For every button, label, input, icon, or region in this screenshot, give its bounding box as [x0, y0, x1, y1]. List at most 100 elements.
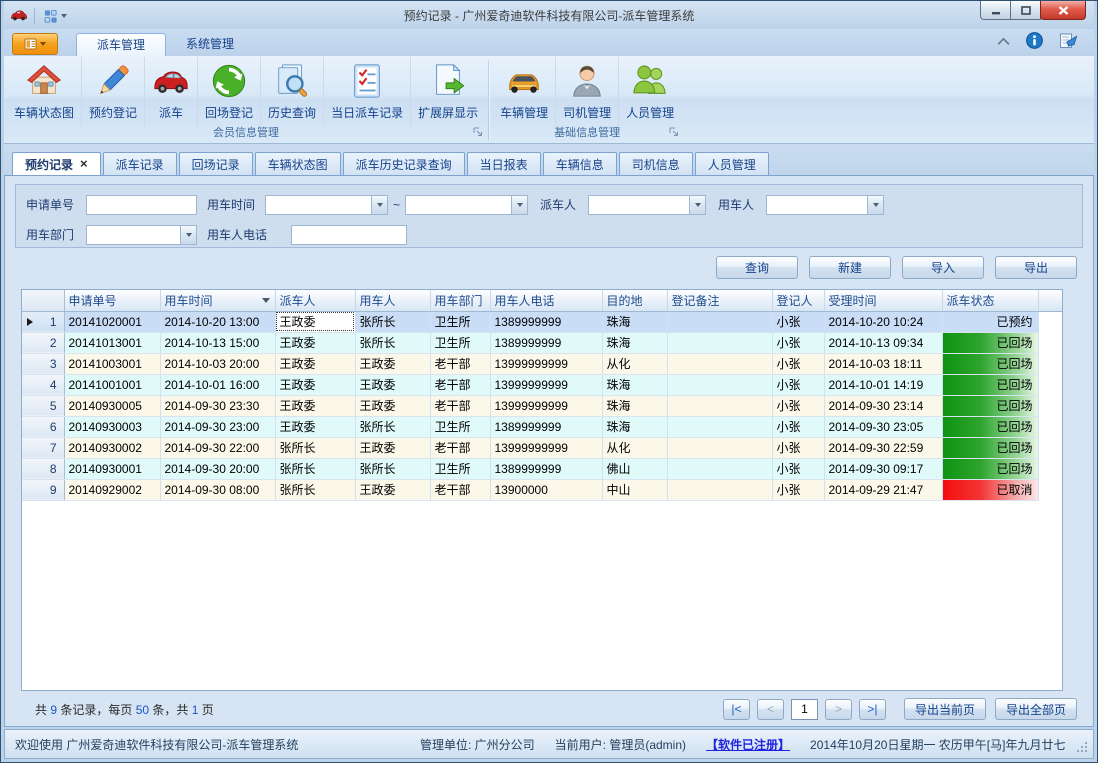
row-selector[interactable]: 1	[22, 311, 64, 332]
table-cell[interactable]: 20140930003	[64, 416, 160, 437]
column-header-3[interactable]: 派车人	[275, 290, 355, 311]
table-cell[interactable]: 卫生所	[430, 458, 490, 479]
doc-tab-8[interactable]: 人员管理	[695, 152, 769, 175]
table-cell[interactable]: 小张	[772, 437, 824, 458]
table-cell-status[interactable]: 已回场	[942, 332, 1038, 353]
table-cell[interactable]: 珠海	[602, 395, 667, 416]
row-selector[interactable]: 4	[22, 374, 64, 395]
table-cell[interactable]: 小张	[772, 395, 824, 416]
table-cell[interactable]: 2014-09-30 23:14	[824, 395, 942, 416]
table-cell[interactable]: 13900000	[490, 479, 602, 500]
table-cell[interactable]: 王政委	[275, 395, 355, 416]
table-cell[interactable]: 2014-10-03 18:11	[824, 353, 942, 374]
table-cell-status[interactable]: 已回场	[942, 395, 1038, 416]
table-cell[interactable]	[667, 458, 772, 479]
application-menu-button[interactable]	[12, 33, 58, 55]
table-cell[interactable]: 张所长	[355, 458, 430, 479]
doc-tab-6[interactable]: 车辆信息	[543, 152, 617, 175]
table-cell[interactable]: 张所长	[275, 458, 355, 479]
table-cell[interactable]: 王政委	[275, 374, 355, 395]
resize-grip-icon[interactable]	[1085, 750, 1087, 752]
ribbon-button-history-query[interactable]: 历史查询	[261, 57, 324, 126]
column-header-11[interactable]: 派车状态	[942, 290, 1038, 311]
doc-tab-4[interactable]: 派车历史记录查询	[343, 152, 465, 175]
ribbon-button-today-dispatch-records[interactable]: 当日派车记录	[324, 57, 411, 126]
table-cell[interactable]: 2014-09-30 23:05	[824, 416, 942, 437]
dialog-launcher-icon[interactable]	[669, 126, 679, 140]
export-current-page-button[interactable]: 导出当前页	[904, 698, 986, 720]
import-button[interactable]: 导入	[902, 256, 984, 279]
ribbon-button-return-register[interactable]: 回场登记	[198, 57, 261, 126]
table-cell[interactable]	[667, 353, 772, 374]
license-registered-link[interactable]: 【软件已注册】	[706, 736, 790, 753]
ribbon-tab-dispatch[interactable]: 派车管理	[76, 33, 166, 56]
table-cell[interactable]: 王政委	[355, 353, 430, 374]
table-cell[interactable]: 20141003001	[64, 353, 160, 374]
column-header-8[interactable]: 登记备注	[667, 290, 772, 311]
table-cell[interactable]: 张所长	[355, 311, 430, 332]
table-cell[interactable]: 2014-09-30 08:00	[160, 479, 275, 500]
table-cell-status[interactable]: 已回场	[942, 416, 1038, 437]
table-cell[interactable]: 老干部	[430, 479, 490, 500]
table-cell[interactable]: 2014-10-01 16:00	[160, 374, 275, 395]
table-cell[interactable]: 20140930001	[64, 458, 160, 479]
table-cell[interactable]	[667, 374, 772, 395]
column-header-1[interactable]: 申请单号	[64, 290, 160, 311]
table-cell[interactable]: 卫生所	[430, 311, 490, 332]
column-header-9[interactable]: 登记人	[772, 290, 824, 311]
export-all-pages-button[interactable]: 导出全部页	[995, 698, 1077, 720]
table-cell-status[interactable]: 已预约	[942, 311, 1038, 332]
query-button[interactable]: 查询	[716, 256, 798, 279]
quick-access-toolbar[interactable]	[39, 8, 71, 25]
table-cell[interactable]: 2014-10-13 09:34	[824, 332, 942, 353]
table-cell[interactable]: 王政委	[275, 332, 355, 353]
row-selector[interactable]: 7	[22, 437, 64, 458]
table-cell[interactable]: 13999999999	[490, 395, 602, 416]
table-row[interactable]: 9201409290022014-09-30 08:00张所长王政委老干部139…	[22, 479, 1062, 500]
table-cell[interactable]: 小张	[772, 458, 824, 479]
table-cell[interactable]: 佛山	[602, 458, 667, 479]
doc-tab-2[interactable]: 回场记录	[179, 152, 253, 175]
row-selector[interactable]: 3	[22, 353, 64, 374]
table-cell[interactable]: 珠海	[602, 416, 667, 437]
table-cell[interactable]: 小张	[772, 332, 824, 353]
time-to-input[interactable]	[405, 195, 511, 215]
feedback-button[interactable]	[1059, 32, 1078, 52]
table-row[interactable]: 8201409300012014-09-30 20:00张所长张所长卫生所138…	[22, 458, 1062, 479]
collapse-ribbon-button[interactable]	[997, 35, 1010, 49]
app-no-input[interactable]	[86, 195, 197, 215]
info-button[interactable]	[1026, 32, 1043, 52]
ribbon-button-extend-screen[interactable]: 扩展屏显示	[411, 57, 485, 126]
ribbon-button-vehicle-manage[interactable]: 车辆管理	[493, 57, 556, 126]
table-cell[interactable]: 小张	[772, 416, 824, 437]
table-cell[interactable]: 卫生所	[430, 416, 490, 437]
table-cell[interactable]	[667, 311, 772, 332]
last-page-button[interactable]: >|	[859, 699, 886, 720]
table-cell[interactable]: 2014-10-20 13:00	[160, 311, 275, 332]
table-cell[interactable]: 2014-10-20 10:24	[824, 311, 942, 332]
table-cell[interactable]	[667, 395, 772, 416]
minimize-button[interactable]	[980, 1, 1011, 20]
table-cell[interactable]: 王政委	[275, 416, 355, 437]
table-cell[interactable]: 1389999999	[490, 332, 602, 353]
column-header-7[interactable]: 目的地	[602, 290, 667, 311]
table-cell[interactable]: 王政委	[275, 353, 355, 374]
table-cell-status[interactable]: 已回场	[942, 458, 1038, 479]
table-cell[interactable]: 20140930005	[64, 395, 160, 416]
time-from-input[interactable]	[265, 195, 371, 215]
table-cell[interactable]: 2014-09-30 23:00	[160, 416, 275, 437]
table-cell[interactable]: 卫生所	[430, 332, 490, 353]
table-row[interactable]: 7201409300022014-09-30 22:00张所长王政委老干部139…	[22, 437, 1062, 458]
ribbon-button-reservation-register[interactable]: 预约登记	[82, 57, 145, 126]
table-cell[interactable]: 王政委	[355, 374, 430, 395]
table-cell[interactable]: 珠海	[602, 311, 667, 332]
create-button[interactable]: 新建	[809, 256, 891, 279]
ribbon-button-dispatch[interactable]: 派车	[145, 57, 198, 126]
table-cell[interactable]: 13999999999	[490, 437, 602, 458]
table-cell[interactable]: 2014-10-03 20:00	[160, 353, 275, 374]
table-cell[interactable]: 老干部	[430, 395, 490, 416]
table-cell[interactable]: 小张	[772, 374, 824, 395]
doc-tab-0[interactable]: 预约记录×	[12, 152, 101, 175]
column-header-2[interactable]: 用车时间	[160, 290, 275, 311]
ribbon-button-driver-manage[interactable]: 司机管理	[556, 57, 619, 126]
